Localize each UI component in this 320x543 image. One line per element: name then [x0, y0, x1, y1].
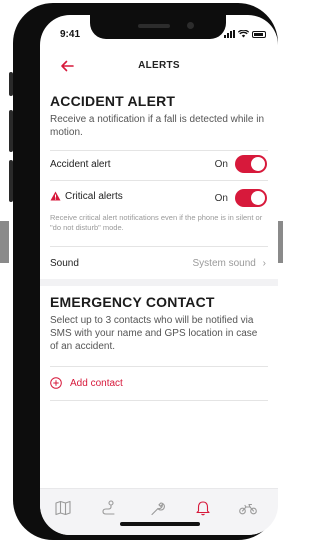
section-separator: [40, 279, 278, 286]
motorcycle-icon[interactable]: [238, 499, 258, 517]
header: ALERTS: [40, 57, 278, 81]
sound-label: Sound: [50, 258, 79, 269]
critical-alerts-note: Receive critical alert notifications eve…: [50, 213, 263, 232]
phone-frame: 9:41 ALERTS ACCIDENT ALERT Receive a not…: [13, 3, 278, 540]
add-contact-label: Add contact: [70, 377, 123, 389]
wifi-icon: [238, 30, 249, 38]
tab-bar: [40, 488, 278, 535]
background-tab-left: [0, 221, 9, 263]
signal-icon: [224, 30, 235, 38]
accident-alert-label: Accident alert: [50, 159, 111, 170]
camera: [187, 22, 194, 29]
sound-value-text: System sound: [192, 258, 256, 269]
status-icons: [224, 30, 266, 38]
background-tab-right: [278, 221, 283, 263]
divider: [50, 400, 268, 401]
warning-icon: [50, 191, 61, 201]
plus-circle-icon: [50, 377, 62, 389]
critical-alerts-label: Critical alerts: [65, 191, 123, 202]
accident-alert-toggle[interactable]: [235, 155, 267, 173]
critical-alerts-toggle[interactable]: [235, 189, 267, 207]
accident-alert-description: Receive a notification if a fall is dete…: [50, 114, 265, 138]
sound-value: System sound ›: [193, 258, 267, 269]
map-icon[interactable]: [53, 499, 73, 517]
accident-alert-state: On: [214, 159, 228, 170]
divider: [50, 180, 268, 181]
add-contact-button[interactable]: Add contact: [50, 377, 123, 389]
screen: 9:41 ALERTS ACCIDENT ALERT Receive a not…: [40, 15, 278, 535]
emergency-contact-description: Select up to 3 contacts who will be noti…: [50, 315, 258, 352]
bell-icon[interactable]: [193, 499, 213, 517]
chevron-right-icon: ›: [262, 258, 266, 269]
home-indicator: [120, 522, 200, 526]
divider: [50, 366, 268, 367]
page-title: ALERTS: [138, 60, 180, 71]
route-icon[interactable]: [99, 499, 119, 517]
divider: [50, 150, 268, 151]
accident-alert-heading: ACCIDENT ALERT: [50, 93, 176, 109]
wrench-icon[interactable]: [147, 499, 167, 517]
status-time: 9:41: [60, 29, 81, 40]
notch: [90, 15, 226, 39]
divider: [50, 246, 268, 247]
emergency-contact-heading: EMERGENCY CONTACT: [50, 294, 215, 310]
battery-icon: [252, 30, 266, 38]
critical-alerts-state: On: [214, 193, 228, 204]
speaker: [138, 24, 170, 28]
